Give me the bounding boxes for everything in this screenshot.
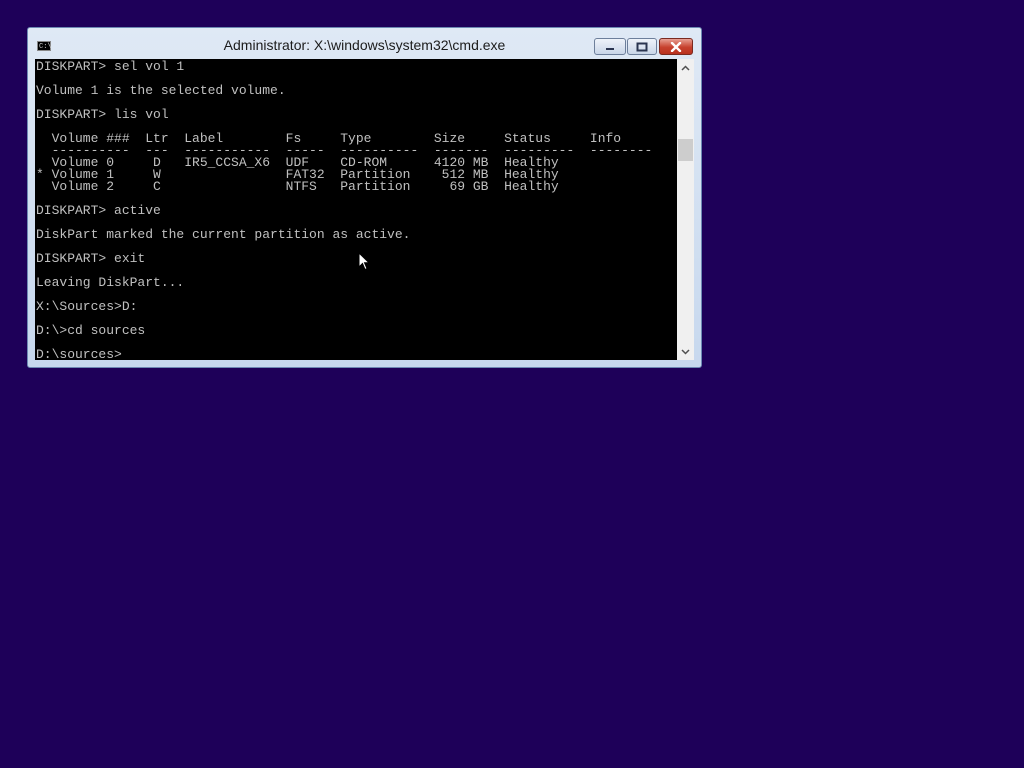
cmd-window[interactable]: C:\ Administrator: X:\windows\system32\c…	[27, 27, 702, 368]
chevron-down-icon	[681, 348, 690, 355]
close-icon	[670, 41, 682, 52]
chevron-up-icon	[681, 64, 690, 71]
scroll-thumb[interactable]	[678, 139, 693, 161]
scroll-down-button[interactable]	[677, 343, 694, 360]
console-line: X:\Sources>D:	[36, 299, 138, 314]
close-button[interactable]	[659, 38, 693, 55]
minimize-icon	[606, 47, 614, 50]
console-line: DISKPART> active	[36, 203, 161, 218]
console-line: DISKPART> exit	[36, 251, 146, 266]
maximize-button[interactable]	[627, 38, 657, 55]
mouse-pointer-icon	[358, 252, 370, 271]
console-output[interactable]: DISKPART> sel vol 1 Volume 1 is the selec…	[35, 59, 677, 360]
restore-icon	[636, 42, 648, 51]
title-bar[interactable]: C:\ Administrator: X:\windows\system32\c…	[28, 28, 701, 59]
console-line: Leaving DiskPart...	[36, 275, 185, 290]
scroll-up-button[interactable]	[677, 59, 694, 76]
console-line: D:\>cd sources	[36, 323, 146, 338]
minimize-button[interactable]	[594, 38, 626, 55]
console-line: DISKPART> sel vol 1	[36, 59, 185, 74]
console-line: D:\sources>	[36, 347, 122, 360]
console-line: Volume 1 is the selected volume.	[36, 83, 286, 98]
console-line: DISKPART> lis vol	[36, 107, 169, 122]
vertical-scrollbar[interactable]	[677, 59, 694, 360]
console-line: DiskPart marked the current partition as…	[36, 227, 411, 242]
console-text: DISKPART> sel vol 1 Volume 1 is the selec…	[35, 59, 677, 360]
console-line: Volume 2 C NTFS Partition 69 GB Healthy	[36, 179, 559, 194]
